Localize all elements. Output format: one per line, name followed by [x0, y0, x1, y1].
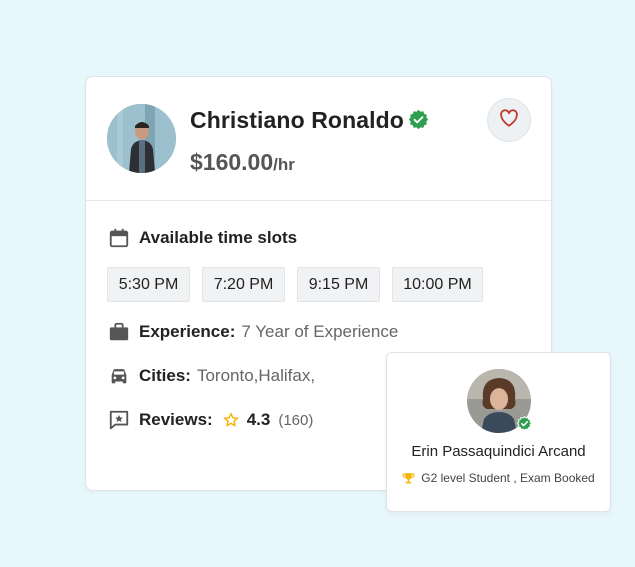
- heart-icon: [499, 108, 519, 132]
- star-icon: [221, 410, 241, 430]
- verified-icon: [408, 109, 429, 130]
- reviews-row: Reviews: 4.3 (160): [108, 409, 313, 431]
- time-slots: 5:30 PM 7:20 PM 9:15 PM 10:00 PM: [107, 267, 483, 302]
- student-verified-icon: [517, 416, 532, 431]
- instructor-avatar: [107, 104, 176, 173]
- time-slot[interactable]: 5:30 PM: [107, 267, 190, 302]
- instructor-name: Christiano Ronaldo: [190, 107, 404, 133]
- favorite-button[interactable]: [487, 98, 531, 142]
- rating-value: 4.3: [246, 410, 271, 429]
- cities-label: Cities:: [139, 366, 191, 385]
- calendar-icon: [108, 227, 130, 249]
- reviews-label: Reviews:: [139, 410, 213, 429]
- experience-value: 7 Year of Experience: [241, 322, 399, 341]
- hourly-price: $160.00/hr: [190, 149, 295, 175]
- car-icon: [108, 365, 130, 387]
- cities-value: Toronto,Halifax,: [196, 366, 316, 385]
- student-name: Erin Passaquindici Arcand: [411, 443, 586, 460]
- time-slot[interactable]: 7:20 PM: [202, 267, 285, 302]
- student-card: Erin Passaquindici Arcand G2 level Stude…: [386, 352, 611, 512]
- review-count: (160): [278, 411, 314, 429]
- time-slot[interactable]: 10:00 PM: [392, 267, 483, 302]
- time-slot[interactable]: 9:15 PM: [297, 267, 380, 302]
- experience-row: Experience: 7 Year of Experience: [108, 321, 398, 343]
- review-icon: [108, 409, 130, 431]
- cities-row: Cities: Toronto,Halifax,: [108, 365, 315, 387]
- trophy-icon: [402, 472, 421, 485]
- experience-label: Experience:: [139, 322, 236, 341]
- availability-row: Available time slots: [108, 227, 297, 249]
- price-unit: /hr: [273, 155, 295, 174]
- student-status-text: G2 level Student , Exam Booked: [421, 471, 595, 485]
- student-status: G2 level Student , Exam Booked: [387, 471, 610, 485]
- availability-label: Available time slots: [139, 228, 298, 247]
- briefcase-icon: [108, 321, 130, 343]
- card-header: Christiano Ronaldo $160.00/hr: [86, 77, 551, 201]
